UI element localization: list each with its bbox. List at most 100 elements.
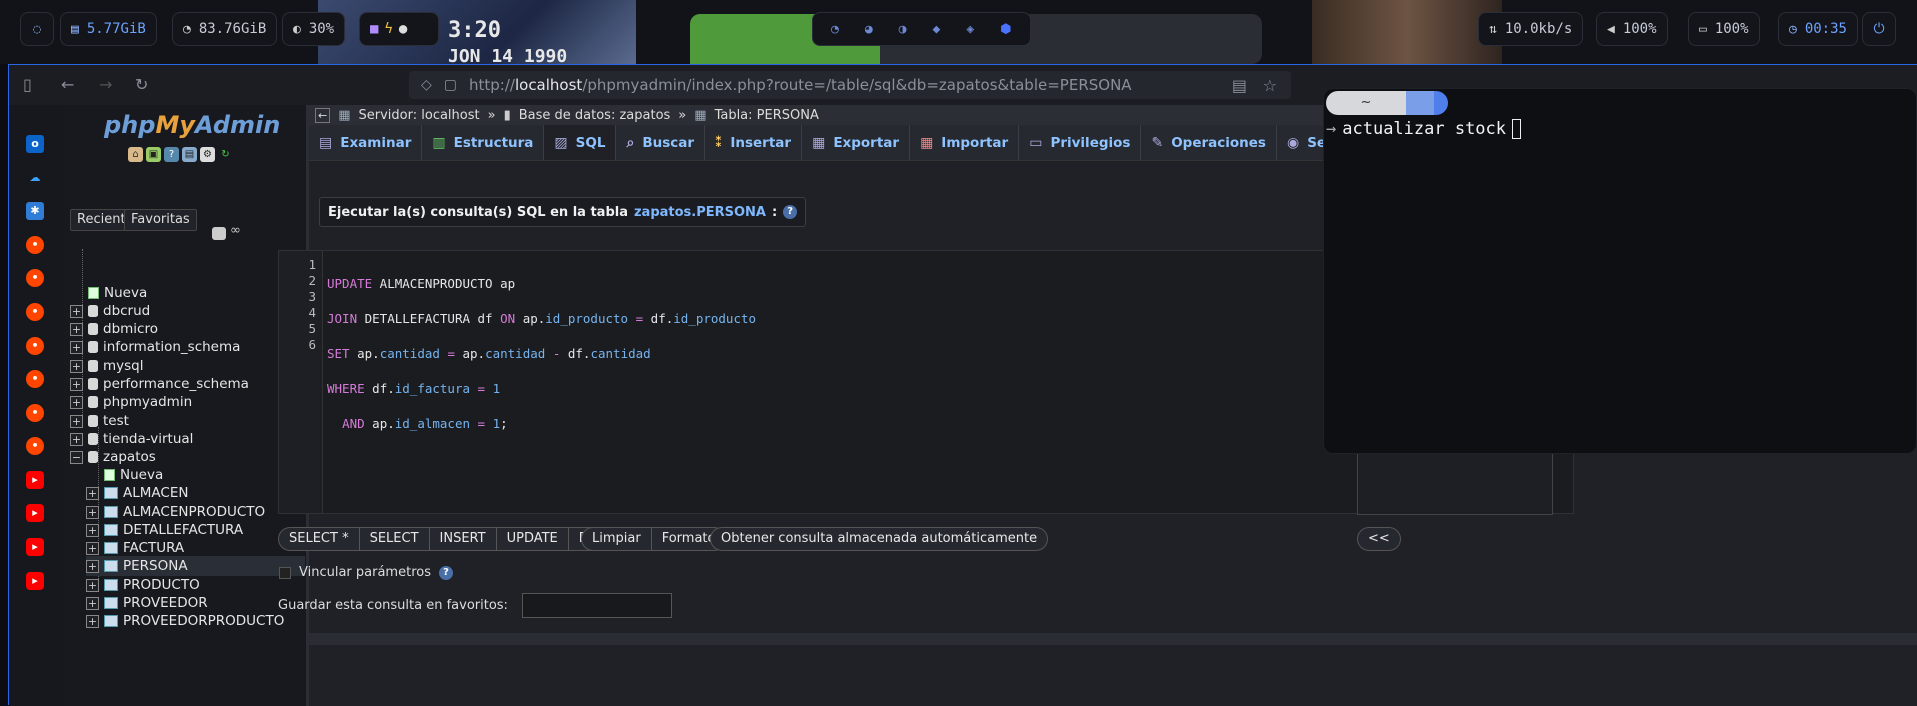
database-node[interactable]: + dbmicro [70, 319, 305, 339]
tab-sql[interactable]: ▨ SQL [544, 125, 617, 160]
home-icon[interactable]: ⌂ [128, 147, 143, 162]
terminal-window[interactable]: ~ → actualizar stock [1323, 88, 1917, 454]
workspace-6-icon[interactable]: ⬢ [1000, 22, 1011, 37]
address-bar[interactable]: ◇ ▢ http://localhost/phpmyadmin/index.ph… [409, 71, 1291, 99]
volume-widget[interactable]: ◀ 100% [1596, 12, 1668, 46]
reddit-icon[interactable]: • [26, 303, 44, 321]
new-node[interactable]: Nueva [70, 283, 305, 303]
reload-icon[interactable]: ↻ [135, 75, 148, 94]
expand-icon[interactable]: + [86, 486, 99, 500]
tab-estructura[interactable]: ▥ Estructura [422, 125, 545, 160]
reddit-icon[interactable]: • [26, 404, 44, 422]
expand-icon[interactable]: + [86, 614, 99, 628]
bind-params-option[interactable]: Vincular parámetros ? [279, 565, 453, 580]
favorite-tables-button[interactable]: Favoritas [124, 209, 197, 231]
database-node[interactable]: − zapatos [70, 447, 305, 467]
expand-icon[interactable]: + [70, 414, 83, 428]
reddit-icon[interactable]: • [26, 236, 44, 254]
expand-icon[interactable]: + [70, 359, 83, 373]
youtube-icon[interactable]: ▸ [26, 538, 44, 556]
app-grid-icon[interactable]: ✱ [26, 202, 44, 220]
tab-buscar[interactable]: ⌕ Buscar [616, 125, 706, 160]
bind-params-checkbox[interactable] [279, 566, 291, 579]
new-node[interactable]: Nueva [86, 465, 305, 485]
table-node[interactable]: + PROVEEDOR [86, 593, 305, 613]
table-node[interactable]: + FACTURA [86, 538, 305, 558]
breadcrumb-database[interactable]: Base de datos: zapatos [519, 108, 671, 123]
docs-icon[interactable]: ▤ [182, 147, 197, 162]
reload-navigation-icon[interactable]: ↻ [218, 147, 233, 162]
expand-icon[interactable]: + [86, 505, 99, 519]
expand-icon[interactable]: + [70, 340, 83, 354]
cpu-widget[interactable]: ◐ 30% [282, 12, 346, 46]
database-node[interactable]: + phpmyadmin [70, 392, 305, 412]
collapse-icon[interactable]: − [70, 450, 83, 464]
onedrive-icon[interactable]: ☁ [26, 169, 44, 187]
workspace-2-icon[interactable]: ◕ [865, 22, 873, 37]
reddit-icon[interactable]: • [26, 337, 44, 355]
bookmark-star-icon[interactable]: ☆ [1263, 76, 1277, 95]
get-autosaved-query-button[interactable]: Obtener consulta almacenada automáticame… [710, 527, 1049, 551]
expand-icon[interactable]: + [86, 559, 99, 573]
breadcrumb-table[interactable]: Tabla: PERSONA [715, 108, 819, 123]
table-node[interactable]: + PERSONA [86, 556, 305, 576]
tab-importar[interactable]: ▦ Importar [910, 125, 1020, 160]
sidebar-toggle-icon[interactable]: ▯ [23, 75, 32, 94]
reader-icon[interactable]: ▤ [1232, 76, 1247, 95]
table-node[interactable]: + PROVEEDORPRODUCTO [86, 611, 305, 631]
memory-widget[interactable]: ▤ 5.77GiB [60, 12, 157, 46]
database-node[interactable]: + test [70, 411, 305, 431]
back-icon[interactable]: ← [61, 75, 74, 94]
youtube-icon[interactable]: ▸ [26, 504, 44, 522]
reddit-icon[interactable]: • [26, 370, 44, 388]
tab-exportar[interactable]: ▦ Exportar [802, 125, 911, 160]
settings-gear-icon[interactable]: ⚙ [200, 147, 215, 162]
tab-privilegios[interactable]: ▭ Privilegios [1019, 125, 1142, 160]
database-node[interactable]: + performance_schema [70, 374, 305, 394]
network-widget[interactable]: ⇅ 10.0kb/s [1478, 12, 1584, 46]
insert-button[interactable]: INSERT [429, 527, 497, 551]
database-node[interactable]: + information_schema [70, 337, 305, 357]
table-node[interactable]: + ALMACEN [86, 483, 305, 503]
clear-button[interactable]: Limpiar [581, 527, 652, 551]
workspace-5-icon[interactable]: ◈ [966, 22, 974, 37]
table-node[interactable]: + ALMACENPRODUCTO [86, 502, 305, 522]
expand-icon[interactable]: + [86, 523, 99, 537]
expand-icon[interactable]: + [70, 377, 83, 391]
outlook-icon[interactable]: o [26, 135, 44, 153]
table-node[interactable]: + PRODUCTO [86, 575, 305, 595]
help-icon[interactable]: ? [164, 147, 179, 162]
expand-icon[interactable]: + [70, 395, 83, 409]
launcher-button[interactable]: ◌ [20, 12, 54, 46]
collapse-all-icon[interactable] [212, 227, 226, 240]
database-node[interactable]: + tienda-virtual [70, 429, 305, 449]
expand-icon[interactable]: + [86, 578, 99, 592]
collapse-columns-button[interactable]: << [1357, 527, 1401, 551]
tray-apps[interactable]: ■ ϟ ● [359, 12, 439, 46]
database-node[interactable]: + dbcrud [70, 301, 305, 321]
help-icon[interactable]: ? [783, 205, 798, 219]
breadcrumb-server[interactable]: Servidor: localhost [359, 108, 480, 123]
power-button[interactable]: ⏻ [1862, 12, 1896, 46]
clock-widget[interactable]: ◷ 00:35 [1778, 12, 1858, 46]
workspace-1-icon[interactable]: ◔ [831, 22, 839, 37]
update-button[interactable]: UPDATE [496, 527, 569, 551]
disk-widget[interactable]: ◔ 83.76GiB [172, 12, 278, 46]
expand-icon[interactable]: + [70, 304, 83, 318]
exit-icon[interactable]: ▣ [146, 147, 161, 162]
expand-icon[interactable]: + [70, 322, 83, 336]
expand-icon[interactable]: + [86, 541, 99, 555]
youtube-icon[interactable]: ▸ [26, 471, 44, 489]
battery-widget[interactable]: ▭ 100% [1688, 12, 1760, 46]
workspace-3-icon[interactable]: ◑ [899, 22, 907, 37]
terminal-command-line[interactable]: → actualizar stock [1326, 119, 1522, 139]
table-node[interactable]: + DETALLEFACTURA [86, 520, 305, 540]
tab-examinar[interactable]: ▤ Examinar [309, 125, 423, 160]
select-star-button[interactable]: SELECT * [278, 527, 360, 551]
forward-icon[interactable]: → [99, 75, 112, 94]
expand-icon[interactable]: + [86, 596, 99, 610]
reddit-icon[interactable]: • [26, 269, 44, 287]
youtube-icon[interactable]: ▸ [26, 572, 44, 590]
help-icon[interactable]: ? [438, 565, 453, 580]
pma-logo[interactable]: phpMyAdmin [104, 111, 280, 139]
